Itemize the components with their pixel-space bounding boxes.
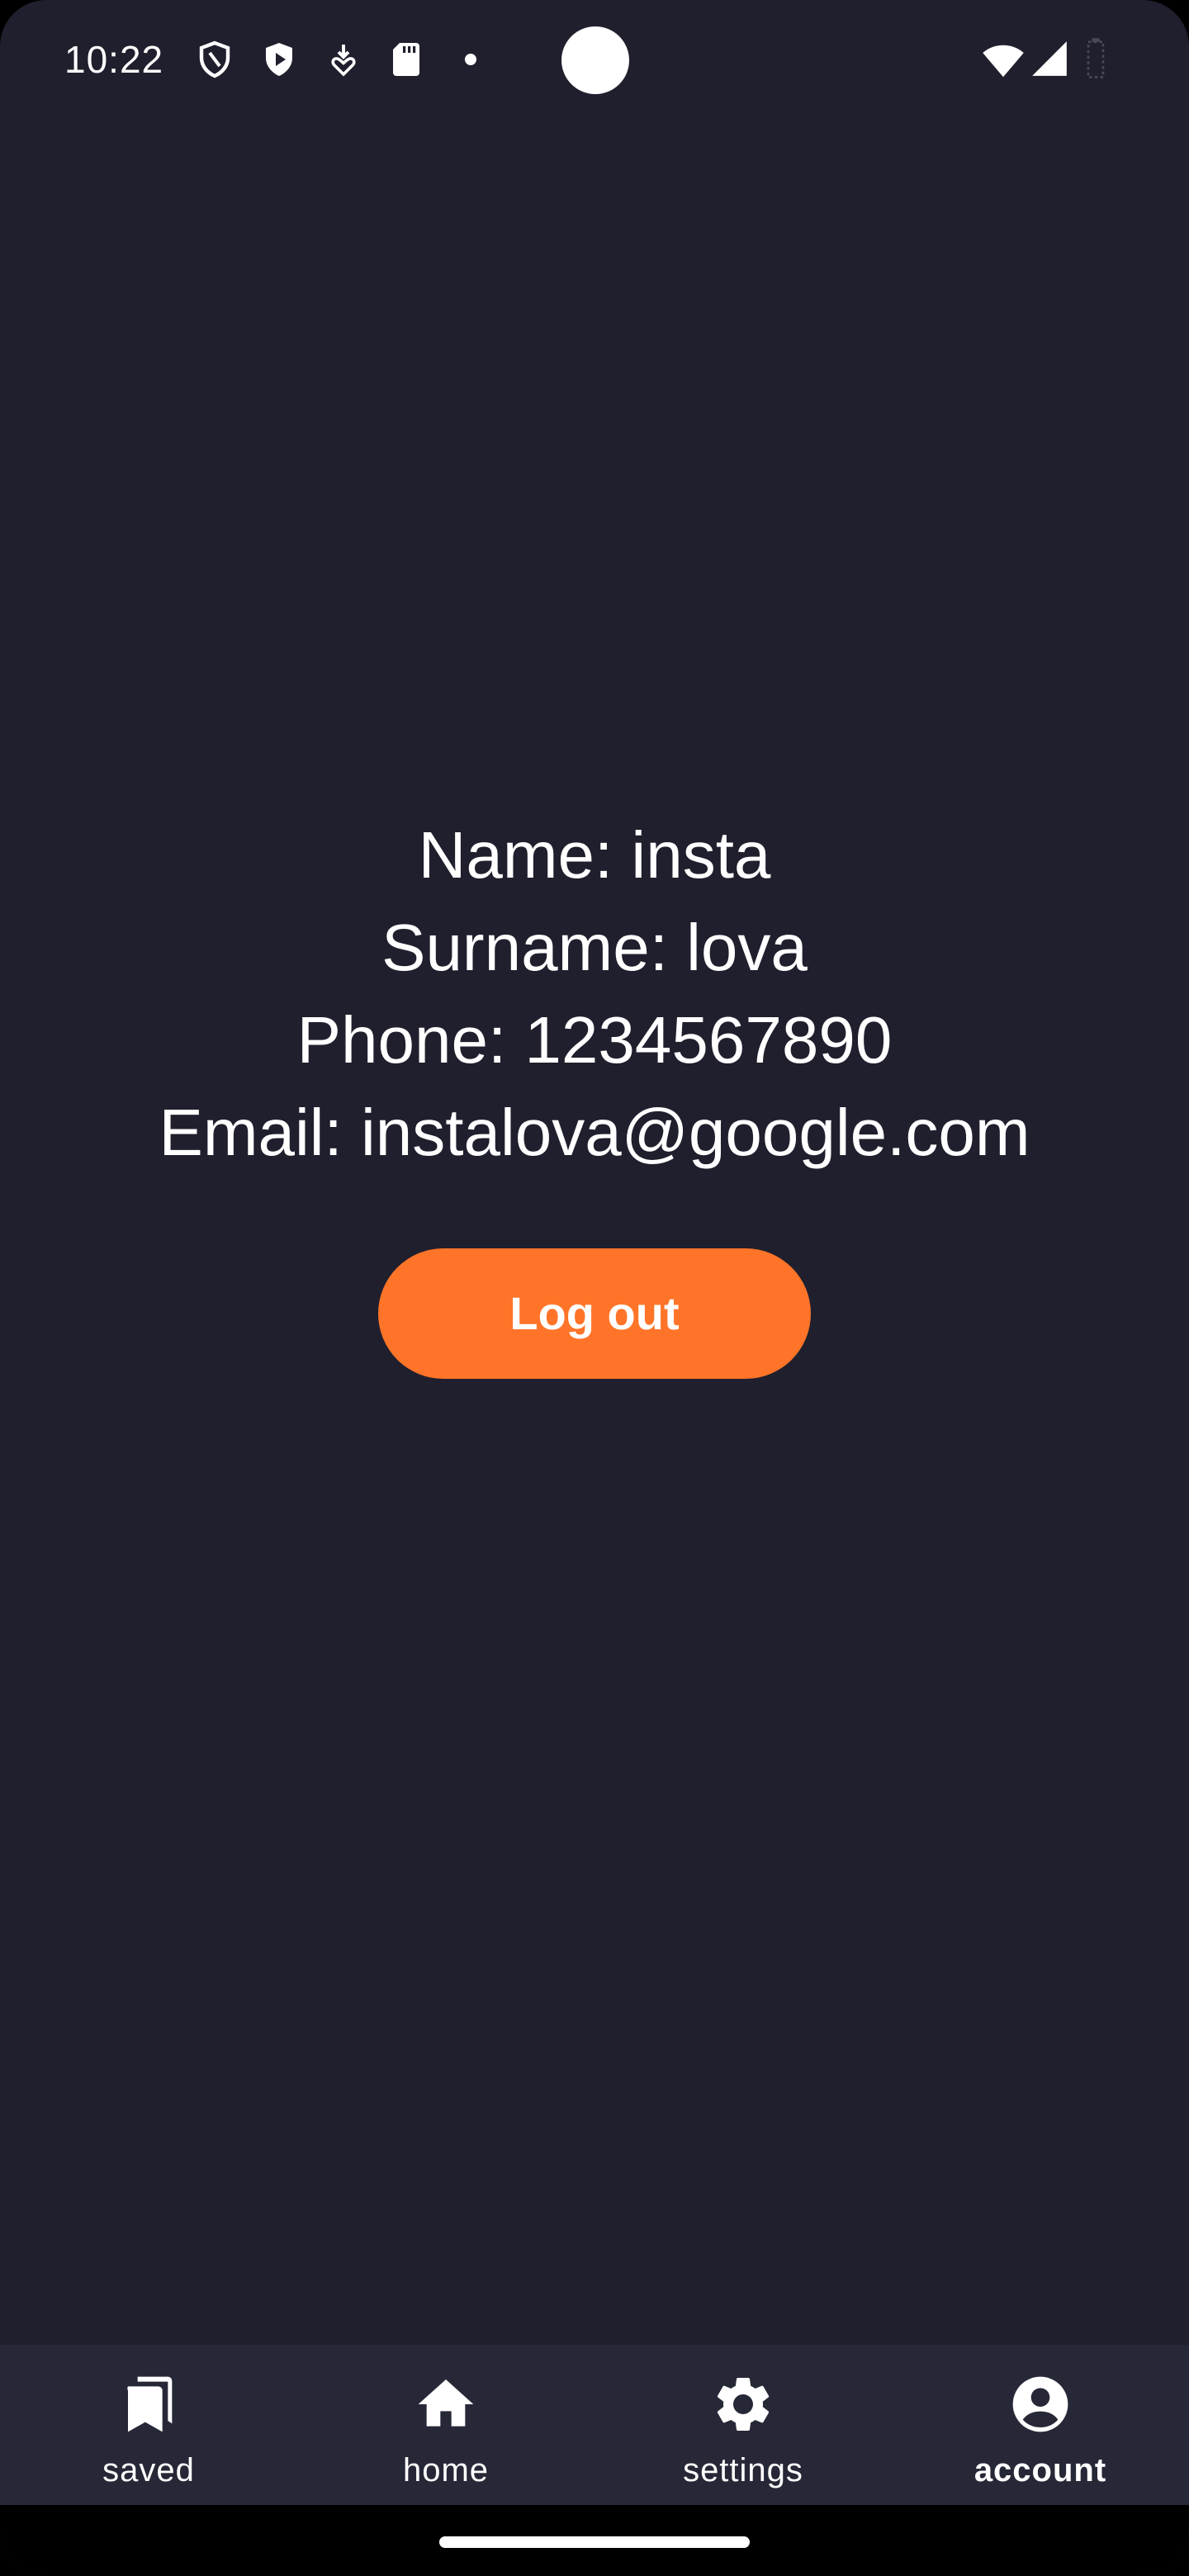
name-text: Name: insta: [418, 818, 771, 892]
shield-play-icon: [266, 43, 292, 76]
email-text: Email: instalova@google.com: [159, 1096, 1030, 1169]
account-circle-icon: [1012, 2376, 1068, 2432]
front-camera: [561, 26, 629, 94]
nav-item-settings[interactable]: settings: [594, 2345, 892, 2505]
surname-text: Surname: lova: [381, 911, 808, 984]
signal-icon: [1032, 41, 1067, 76]
account-screen: 10:22 Name: insta Surname: lova Phone: 1…: [0, 0, 1189, 2576]
battery-icon: [1087, 38, 1105, 78]
gear-icon: [717, 2378, 770, 2431]
nav-item-saved[interactable]: saved: [0, 2345, 297, 2505]
wifi-icon: [983, 45, 1024, 78]
sd-card-icon: [393, 43, 419, 76]
bottom-navigation: saved home settings account: [0, 2345, 1189, 2505]
nav-item-account[interactable]: account: [892, 2345, 1189, 2505]
nav-item-home[interactable]: home: [297, 2345, 594, 2505]
download-heart-icon: [331, 45, 356, 77]
shield-outline-icon: [199, 40, 230, 78]
nav-label-saved: saved: [102, 2452, 195, 2488]
logout-button[interactable]: Log out: [378, 1248, 811, 1379]
nav-label-settings: settings: [683, 2452, 803, 2488]
dot-icon: [465, 54, 476, 65]
nav-label-home: home: [402, 2452, 490, 2488]
bookmarks-icon: [127, 2376, 173, 2432]
gesture-handle[interactable]: [439, 2536, 750, 2548]
nav-label-account: account: [973, 2452, 1107, 2488]
home-icon: [418, 2379, 474, 2427]
phone-text: Phone: 1234567890: [296, 1003, 893, 1077]
status-bar: 10:22: [0, 0, 1189, 124]
status-time: 10:22: [64, 38, 164, 81]
